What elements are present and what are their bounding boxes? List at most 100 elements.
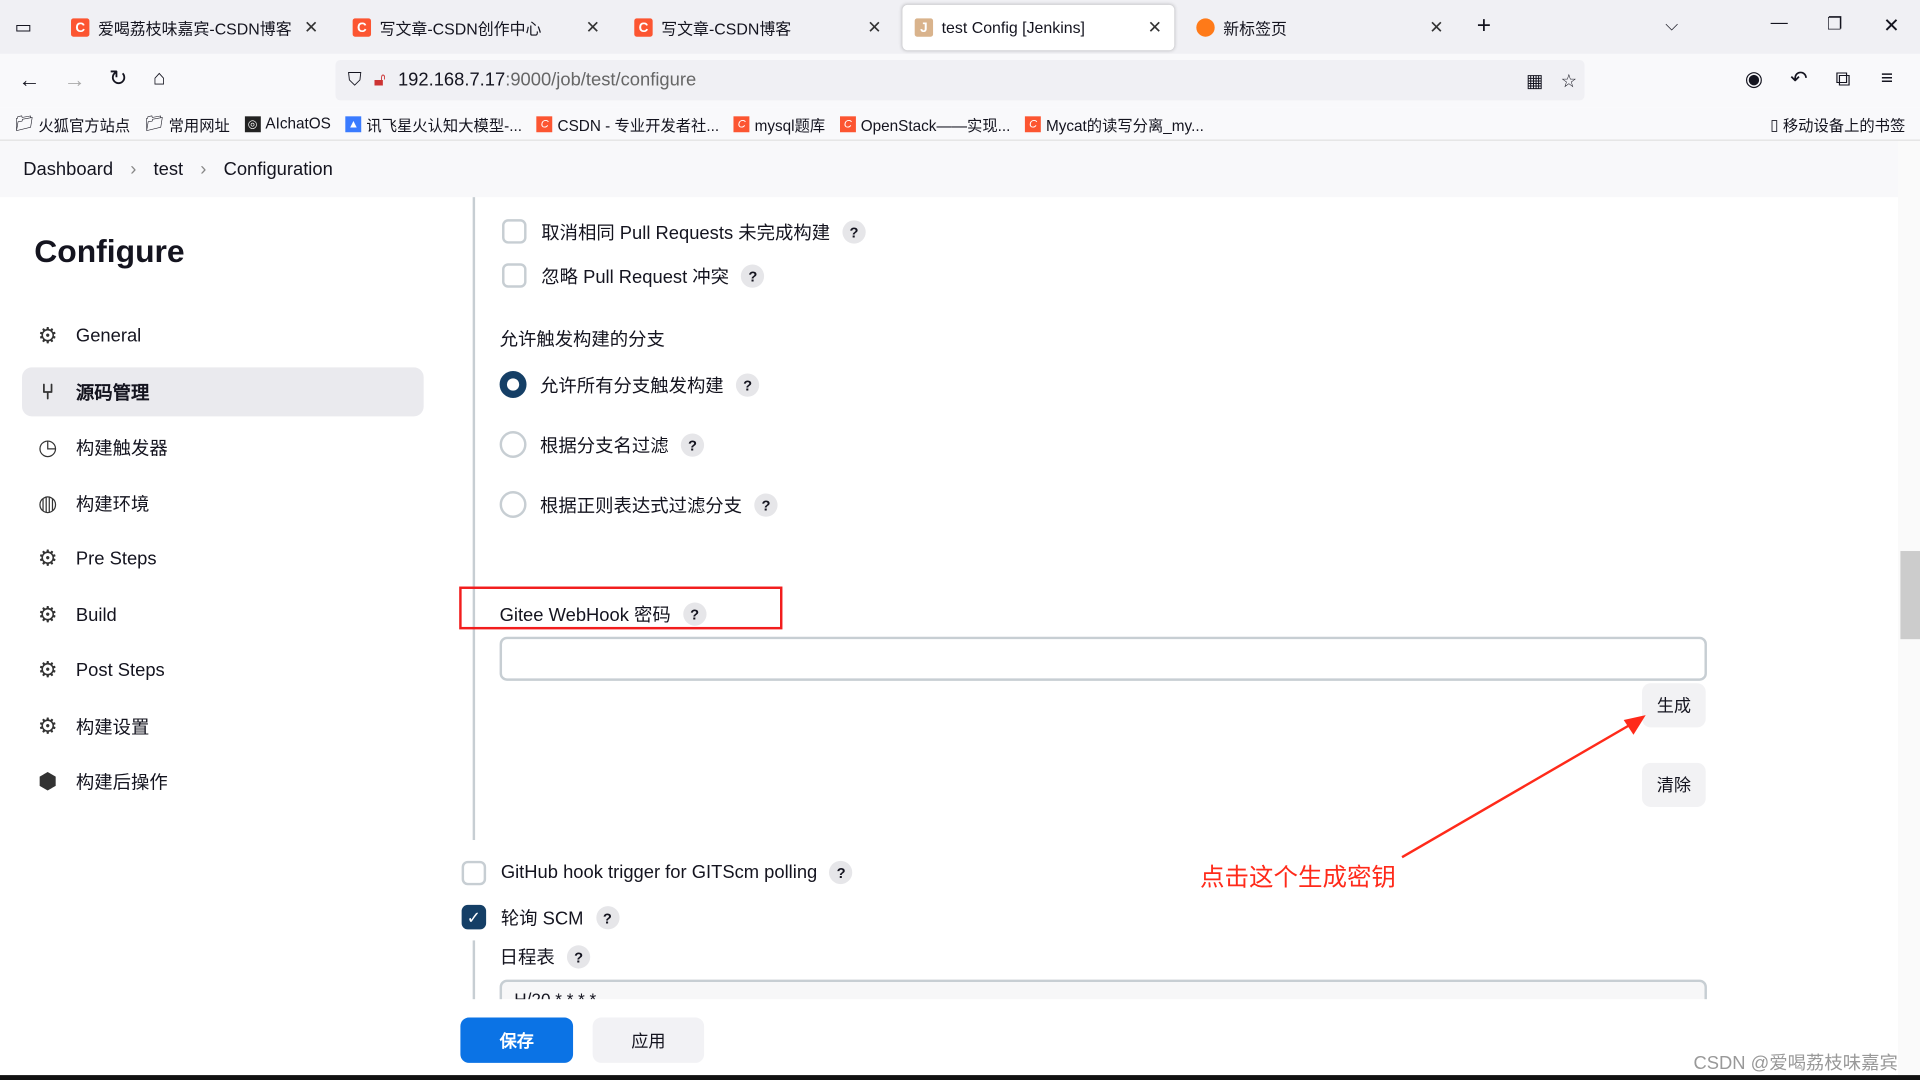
bookmark[interactable]: ◎ AIchatOS <box>244 115 331 132</box>
gear-icon: ⚙ <box>37 545 58 571</box>
help-icon[interactable]: ? <box>829 860 853 885</box>
bookmark[interactable]: C Mycat的读写分离_my... <box>1025 112 1204 135</box>
sidebar-label: 构建设置 <box>75 716 150 738</box>
sidebar-label: Post Steps <box>75 659 165 681</box>
back-icon[interactable]: ← <box>18 67 40 93</box>
tab-label: 写文章-CSDN创作中心 <box>379 19 542 38</box>
github-hook-checkbox[interactable] <box>461 860 487 886</box>
close-icon[interactable]: ✕ <box>1429 17 1443 38</box>
new-tab-icon[interactable]: + <box>1477 12 1491 40</box>
branch-section-label: 允许触发构建的分支 <box>499 329 665 351</box>
ignore-pr-conflict-checkbox[interactable] <box>502 263 527 288</box>
help-icon[interactable]: ? <box>735 373 760 397</box>
scrollbar-thumb[interactable] <box>1900 551 1920 640</box>
star-icon[interactable]: ☆ <box>1561 69 1577 91</box>
browser-tab[interactable]: 新标签页 ✕ <box>1184 5 1456 50</box>
browser-tab-active[interactable]: Jtest Config [Jenkins] ✕ <box>902 4 1175 51</box>
bookmark[interactable]: Cmysql题库 <box>733 112 825 135</box>
help-icon[interactable]: ? <box>842 220 866 244</box>
chevron-down-icon[interactable]: ⌵ <box>1665 15 1678 36</box>
sidebar-item-build[interactable]: ⚙ Build <box>22 590 424 639</box>
undo-icon[interactable]: ↶ <box>1790 67 1807 91</box>
address-bar[interactable]: ⛉ 🔓︎ 192.168.7.17:9000/job/test/configur… <box>335 60 1585 101</box>
help-icon[interactable]: ? <box>682 602 707 626</box>
firefox-icon <box>1196 18 1215 37</box>
radio-branch-name-filter[interactable] <box>499 431 527 458</box>
close-icon[interactable]: ✕ <box>867 17 881 38</box>
cancel-same-pr-checkbox[interactable] <box>502 219 527 244</box>
help-icon[interactable]: ? <box>754 493 778 517</box>
home-icon[interactable]: ⌂ <box>153 66 166 90</box>
save-button[interactable]: 保存 <box>460 1017 574 1063</box>
chevron-right-icon: › <box>200 158 207 180</box>
branch-icon: ⑂ <box>41 378 55 404</box>
help-icon[interactable]: ? <box>680 433 705 457</box>
sidebar-label: 构建环境 <box>75 494 150 515</box>
help-icon[interactable]: ? <box>595 906 619 930</box>
bookmarks-bar: 📁︎ 火狐官方站点 📁︎ 常用网址 ◎ AIchatOS ▲ 讯飞星火认知大模型-.… <box>0 107 1920 141</box>
close-icon[interactable]: ✕ <box>1148 17 1162 38</box>
package-icon: ⬢ <box>38 768 58 793</box>
menu-icon[interactable]: ≡ <box>1881 66 1893 90</box>
chevron-right-icon: › <box>130 158 137 180</box>
breadcrumb-dashboard[interactable]: Dashboard <box>23 159 113 180</box>
scrollbar[interactable] <box>1897 140 1920 1080</box>
window-close-icon[interactable]: ✕ <box>1883 13 1899 37</box>
tab-label: test Config [Jenkins] <box>941 18 1085 37</box>
bookmark[interactable]: ▲ 讯飞星火认知大模型-... <box>345 112 522 135</box>
sidebar-label: 构建触发器 <box>75 437 168 459</box>
browser-tab[interactable]: C 写文章-CSDN创作中心 ✕ <box>340 5 612 50</box>
browser-tab[interactable]: C 爱喝荔枝味嘉宾-CSDN博客 ✕ <box>59 5 331 50</box>
sidebar-label: Pre Steps <box>75 547 157 569</box>
breadcrumb-test[interactable]: test <box>154 159 184 180</box>
annotation-text: 点击这个生成密钥 <box>1200 864 1396 892</box>
bookmark[interactable]: 📁︎ 常用网址 <box>145 112 230 135</box>
radio-regex-filter[interactable] <box>499 491 527 518</box>
close-icon[interactable]: ✕ <box>304 17 318 38</box>
sidebar-item-pre-steps[interactable]: ⚙ Pre Steps <box>22 534 424 583</box>
restore-icon[interactable]: ❐ <box>1827 13 1842 34</box>
sidebar-item-build-settings[interactable]: ⚙ 构建设置 <box>22 702 424 751</box>
breadcrumb-configuration[interactable]: Configuration <box>224 159 333 180</box>
sidebar-item-triggers[interactable]: ◷ 构建触发器 <box>22 422 424 471</box>
sidebar-item-post-steps[interactable]: ⚙ Post Steps <box>22 645 424 694</box>
github-hook-label: GitHub hook trigger for GITScm polling? <box>501 860 853 885</box>
poll-scm-checkbox[interactable]: ✓ <box>461 904 487 930</box>
tab-label: 爱喝荔枝味嘉宾-CSDN博客 <box>97 19 292 38</box>
qr-code-icon[interactable]: ▦ <box>1526 69 1543 91</box>
radio-all-branches[interactable] <box>499 371 527 398</box>
tab-list-icon[interactable]: ▭ <box>15 16 32 38</box>
clock-icon: ◷ <box>38 434 58 459</box>
help-icon[interactable]: ? <box>566 945 591 969</box>
sidebar-item-environment[interactable]: ◍ 构建环境 <box>22 479 424 528</box>
sidebar-item-post-build[interactable]: ⬢ 构建后操作 <box>22 757 424 806</box>
browser-tab[interactable]: C 写文章-CSDN博客 ✕ <box>622 5 894 50</box>
ignore-pr-conflict-label: 忽略 Pull Request 冲突? <box>541 263 765 289</box>
reload-icon[interactable]: ↻ <box>109 66 127 92</box>
forward-icon[interactable]: → <box>64 67 86 93</box>
help-icon[interactable]: ? <box>741 264 765 288</box>
webhook-password-input[interactable] <box>499 636 1707 681</box>
section-divider <box>472 197 476 841</box>
extensions-icon[interactable]: ⧉ <box>1836 67 1851 91</box>
bookmark[interactable]: 📁︎ 火狐官方站点 <box>15 112 131 135</box>
minimize-icon[interactable]: — <box>1771 12 1788 32</box>
csdn-icon: C <box>352 18 372 37</box>
page-title: Configure <box>34 232 185 270</box>
bookmark[interactable]: C CSDN - 专业开发者社... <box>536 112 719 135</box>
close-icon[interactable]: ✕ <box>586 17 600 38</box>
mobile-bookmarks[interactable]: ▯ 移动设备上的书签 <box>1770 112 1905 135</box>
sidebar-item-scm[interactable]: ⑂ 源码管理 <box>22 367 424 417</box>
cancel-same-pr-label: 取消相同 Pull Requests 未完成构建? <box>541 219 866 245</box>
bookmark[interactable]: C OpenStack——实现... <box>839 112 1010 135</box>
taskbar-edge <box>0 1075 1920 1080</box>
account-icon[interactable]: ◉ <box>1745 67 1763 91</box>
gear-icon: ⚙ <box>37 656 58 682</box>
sidebar-label: Build <box>75 604 117 626</box>
gear-icon: ⚙ <box>37 322 58 348</box>
radio-label: 根据分支名过滤? <box>540 432 705 458</box>
tab-bar: ▭ C 爱喝荔枝味嘉宾-CSDN博客 ✕ C 写文章-CSDN创作中心 ✕ C 写文章-C… <box>0 0 1920 54</box>
url-path: :9000/job/test/configure <box>505 69 697 91</box>
sidebar-item-general[interactable]: ⚙ General <box>22 311 424 360</box>
apply-button[interactable]: 应用 <box>592 1017 705 1063</box>
